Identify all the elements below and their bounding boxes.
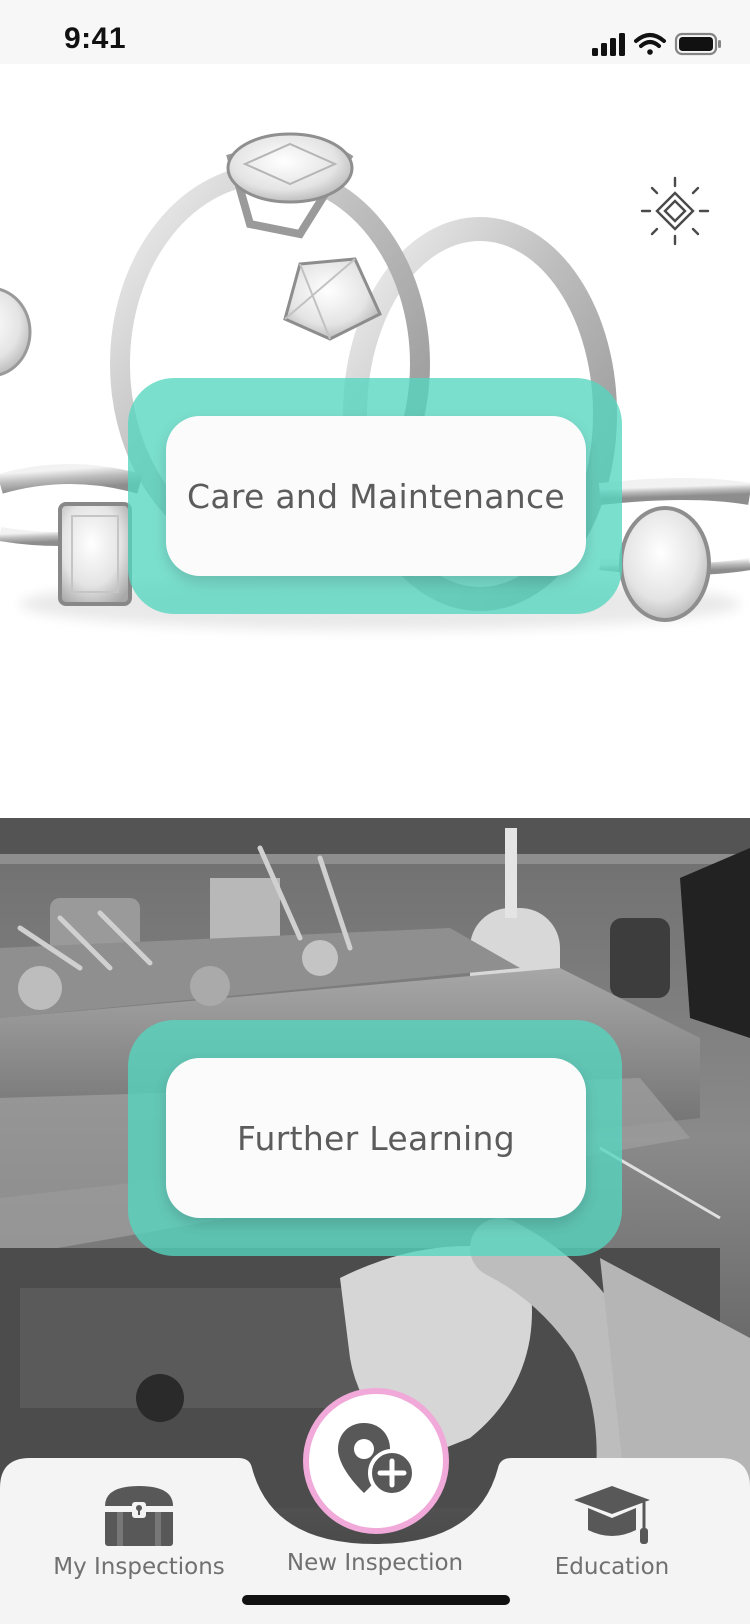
status-icons xyxy=(592,32,721,56)
wifi-icon xyxy=(634,33,666,55)
tab-new-inspection-label: New Inspection xyxy=(286,1550,464,1576)
status-bar: 9:41 xyxy=(0,0,750,64)
tab-education[interactable]: Education xyxy=(540,1482,684,1592)
care-and-maintenance-button[interactable]: Care and Maintenance xyxy=(166,416,586,576)
graduation-cap-icon xyxy=(574,1486,650,1544)
care-and-maintenance-label: Care and Maintenance xyxy=(187,476,565,516)
battery-icon xyxy=(674,32,721,56)
tab-new-inspection[interactable]: New Inspection xyxy=(280,1532,470,1624)
signal-icon xyxy=(592,33,625,56)
further-learning-button[interactable]: Further Learning xyxy=(166,1058,586,1218)
tab-education-label: Education xyxy=(554,1554,670,1580)
map-pin-plus-icon xyxy=(338,1423,416,1497)
diamond-sparkle-icon[interactable] xyxy=(640,176,710,246)
further-learning-label: Further Learning xyxy=(237,1118,515,1158)
tab-my-inspections-label: My Inspections xyxy=(53,1554,225,1580)
treasure-chest-icon xyxy=(105,1486,173,1546)
tab-my-inspections[interactable]: My Inspections xyxy=(53,1482,225,1592)
home-indicator xyxy=(242,1595,510,1605)
status-time: 9:41 xyxy=(64,22,127,55)
new-inspection-fab[interactable] xyxy=(303,1388,449,1534)
